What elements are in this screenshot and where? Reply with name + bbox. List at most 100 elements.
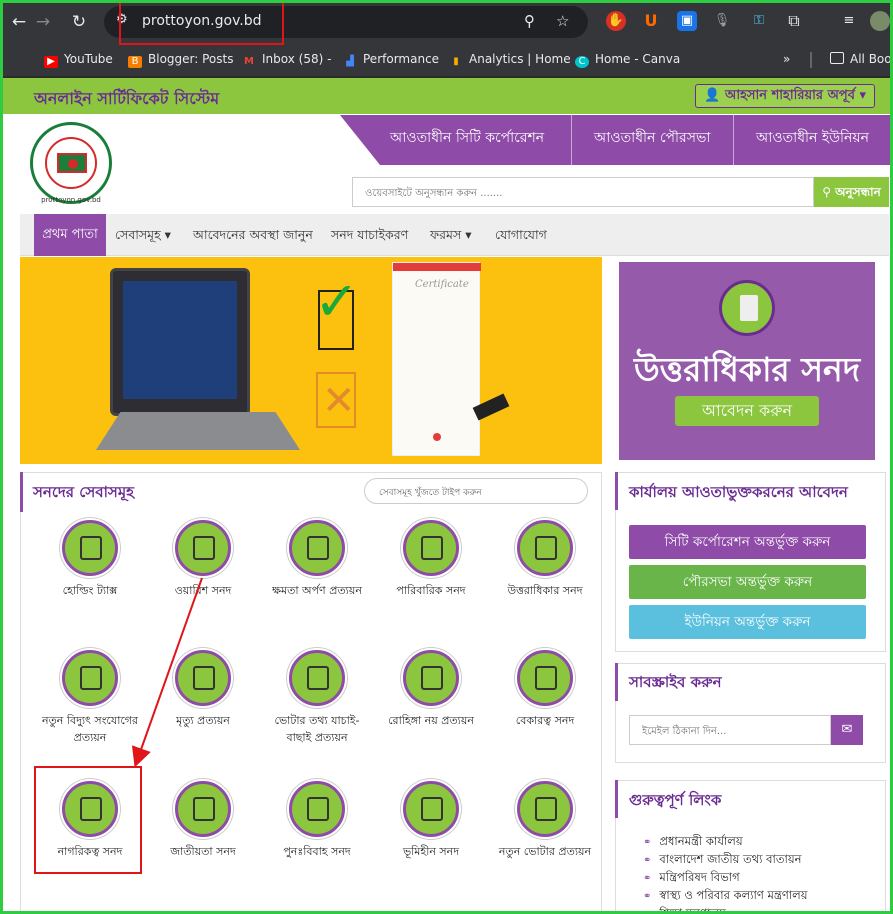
panel-accent: [615, 663, 618, 701]
logo-ring: [45, 137, 97, 189]
menu-certificate-verify[interactable]: সনদ যাচাইকরণ: [331, 227, 408, 247]
menu-home[interactable]: প্রথম পাতা: [34, 214, 106, 256]
ublock-u-icon[interactable]: U: [641, 11, 661, 31]
email-field[interactable]: ইমেইল ঠিকানা দিন...: [629, 715, 831, 745]
menu-contact[interactable]: যোগাযোগ: [495, 227, 547, 247]
house-tax-icon[interactable]: [62, 520, 118, 576]
site-search-button[interactable]: ⚲ অনুসন্ধান: [814, 177, 889, 207]
user-menu-button[interactable]: 👤 আহসান শাহারিয়ার অপূর্ব ▾: [695, 84, 875, 108]
service-label[interactable]: নতুন ভোটার প্রত্যয়ন: [485, 843, 605, 862]
inheritance-icon[interactable]: [517, 520, 573, 576]
service-label[interactable]: ওয়ারিশ সনদ: [143, 582, 263, 601]
service-label[interactable]: পারিবারিক সনদ: [371, 582, 491, 601]
menu-forms[interactable]: ফরমস ▾: [430, 227, 471, 247]
panel-accent: [615, 472, 618, 510]
important-link[interactable]: ⚭ প্রধানমন্ত্রী কার্যালয়: [643, 833, 743, 852]
reload-icon[interactable]: ↻: [68, 11, 90, 33]
electricity-meter-icon[interactable]: [62, 650, 118, 706]
nav-city-corporation[interactable]: আওতাধীন সিটি কর্পোরেশন: [390, 126, 544, 150]
site-search-input[interactable]: ওয়েবসাইটে অনুসন্ধান করুন .......: [352, 177, 814, 207]
citizenship-highlight-box: [34, 766, 142, 874]
canva-icon: C: [575, 56, 589, 68]
site-logo[interactable]: [30, 122, 112, 204]
menu-application-status[interactable]: আবেদনের অবস্থা জানুন: [193, 227, 313, 247]
gmail-icon: M: [244, 56, 254, 67]
globe-person-icon[interactable]: [403, 650, 459, 706]
inheritance-certificate-ad[interactable]: উত্তরাধিকার সনদ আবেদন করুন: [619, 262, 875, 460]
bookmark-star-icon[interactable]: ☆: [556, 12, 569, 30]
extensions-icon[interactable]: ⧉: [784, 11, 804, 31]
include-city-corporation-button[interactable]: সিটি কর্পোরেশন অন্তর্ভুক্ত করুন: [629, 525, 866, 559]
service-label[interactable]: রোহিঙ্গা নয় প্রত্যয়ন: [371, 712, 491, 731]
link-icon: ⚭: [643, 837, 652, 848]
link-icon: ⚭: [643, 855, 652, 866]
user-icon: 👤: [704, 88, 725, 103]
service-label[interactable]: উত্তরাধিকার সনদ: [485, 582, 605, 601]
nav-union[interactable]: আওতাধীন ইউনিয়ন: [756, 126, 869, 150]
all-bookmarks-button[interactable]: All Boo: [830, 52, 892, 66]
delegation-icon[interactable]: [289, 520, 345, 576]
important-link[interactable]: ⚭ মন্ত্রিপরিষদ বিভাগ: [643, 869, 740, 888]
nav-divider: [733, 115, 734, 165]
nav-municipality[interactable]: আওতাধীন পৌরসভা: [594, 126, 711, 150]
voter-check-icon[interactable]: [289, 650, 345, 706]
bookmark-analytics[interactable]: ▮ Analytics | Home: [449, 52, 570, 68]
checkbox-crossed-illustration: ✕: [316, 372, 356, 428]
services-title: সনদের সেবাসমূহ: [33, 483, 135, 501]
footprint-icon[interactable]: [175, 650, 231, 706]
certificate-scroll-icon: [719, 280, 775, 336]
site-title: অনলাইন সার্টিফিকেট সিস্টেম: [34, 89, 220, 108]
nationality-card-icon[interactable]: [175, 781, 231, 837]
heir-icon[interactable]: [175, 520, 231, 576]
adblock-icon[interactable]: ✋: [606, 11, 626, 31]
subscribe-title: সাবস্ক্রাইব করুন: [629, 673, 722, 691]
important-link[interactable]: ⚭ স্বাস্থ্য ও পরিবার কল্যাণ মন্ত্রণালয়: [643, 887, 807, 906]
links-title: গুরুত্বপূর্ণ লিংক: [629, 791, 722, 809]
service-label[interactable]: জাতীয়তা সনদ: [143, 843, 263, 862]
ad-apply-button[interactable]: আবেদন করুন: [675, 396, 819, 426]
important-link[interactable]: ⚭শিক্ষা মন্ত্রণালয়: [643, 905, 726, 914]
bookmarks-overflow-button[interactable]: »: [783, 52, 790, 66]
screen-capture-icon[interactable]: ▣: [677, 11, 697, 31]
new-voter-icon[interactable]: [517, 781, 573, 837]
family-icon[interactable]: [403, 520, 459, 576]
performance-icon: ▟: [346, 56, 354, 67]
service-label[interactable]: ক্ষমতা অর্পণ প্রত্যয়ন: [257, 582, 377, 601]
caret-down-icon: ▾: [164, 227, 171, 242]
service-label-line2[interactable]: প্রত্যয়ন: [30, 729, 150, 748]
laptop-screen: [123, 281, 237, 399]
certificate-word: Certificate: [415, 279, 469, 290]
profile-avatar[interactable]: [870, 11, 890, 31]
bookmark-performance[interactable]: ▟ Performance: [343, 52, 439, 68]
mic-icon[interactable]: 🎙: [712, 11, 732, 31]
service-label[interactable]: মৃত্যু প্রত্যয়ন: [143, 712, 263, 731]
ad-title: উত্তরাধিকার সনদ: [633, 350, 861, 389]
forward-icon[interactable]: →: [32, 11, 54, 33]
bookmark-gmail[interactable]: M Inbox (58) -: [242, 52, 331, 68]
service-label[interactable]: পুনঃবিবাহ সনদ: [257, 843, 377, 862]
service-label[interactable]: হোল্ডিং ট্যাক্স: [30, 582, 150, 601]
landless-icon[interactable]: [403, 781, 459, 837]
link-icon: ⚭: [643, 909, 651, 914]
couple-icon[interactable]: [289, 781, 345, 837]
bookmark-youtube[interactable]: ▶ YouTube: [44, 52, 113, 68]
laptop-keyboard: [96, 412, 300, 450]
subscribe-button[interactable]: ✉: [831, 715, 863, 745]
office-panel-title: কার্যালয় আওতাভুক্তকরনের আবেদন: [629, 483, 848, 501]
service-search-input[interactable]: সেবাসমূহ খুঁজতে টাইপ করুন: [364, 478, 588, 504]
reading-list-icon[interactable]: ≡: [839, 11, 859, 31]
bookmark-blogger[interactable]: B Blogger: Posts: [128, 52, 233, 68]
bookmark-canva[interactable]: C Home - Canva: [575, 52, 680, 68]
service-label[interactable]: ভূমিহীন সনদ: [371, 843, 491, 862]
analytics-icon: ▮: [453, 56, 459, 67]
important-link[interactable]: ⚭ বাংলাদেশ জাতীয় তথ্য বাতায়ন: [643, 851, 801, 870]
zoom-icon[interactable]: ⚲: [524, 12, 535, 30]
include-municipality-button[interactable]: পৌরসভা অন্তর্ভুক্ত করুন: [629, 565, 866, 599]
include-union-button[interactable]: ইউনিয়ন অন্তর্ভুক্ত করুন: [629, 605, 866, 639]
menu-services[interactable]: সেবাসমূহ ▾: [115, 227, 171, 247]
back-icon[interactable]: ←: [8, 11, 30, 33]
unemployment-icon[interactable]: [517, 650, 573, 706]
service-label[interactable]: বেকারত্ব সনদ: [485, 712, 605, 731]
key-icon[interactable]: ⚿: [749, 11, 769, 31]
service-label-line2[interactable]: বাছাই প্রত্যয়ন: [257, 729, 377, 748]
